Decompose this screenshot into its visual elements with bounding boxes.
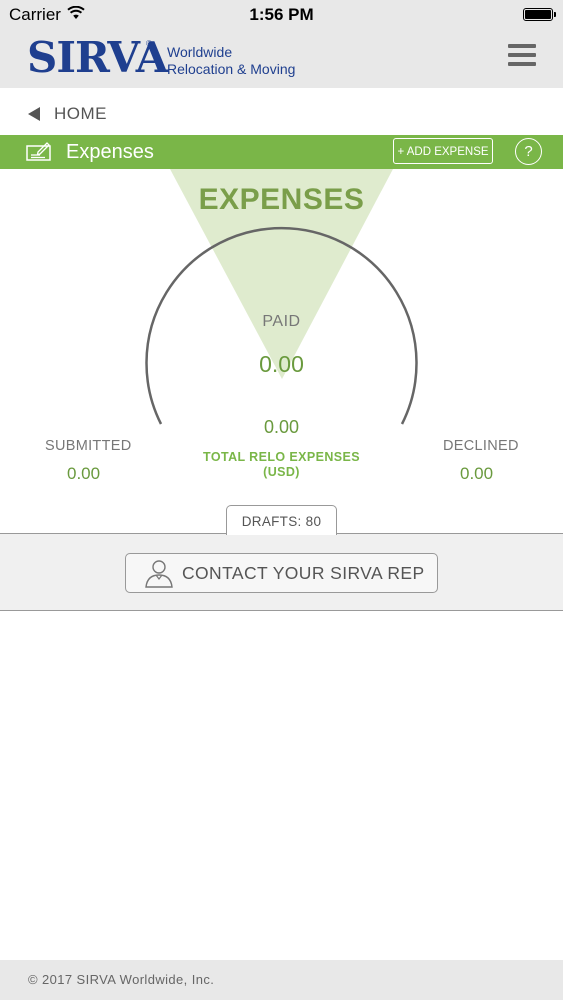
gauge-title: EXPENSES (198, 183, 365, 216)
help-button[interactable]: ? (515, 138, 542, 165)
submitted-label: SUBMITTED (45, 438, 132, 454)
receipt-pen-icon (26, 142, 51, 161)
home-label: HOME (54, 104, 107, 123)
status-bar: Carrier 1:56 PM (0, 0, 563, 30)
contact-panel: CONTACT YOUR SIRVA REP (0, 533, 563, 611)
section-header-bar: Expenses + ADD EXPENSE ? (0, 135, 563, 169)
home-back-link[interactable]: HOME (28, 104, 107, 124)
registered-mark: ® (146, 39, 152, 48)
tagline-line1: Worldwide (167, 44, 233, 60)
copyright-text: © 2017 SIRVA Worldwide, Inc. (28, 972, 215, 987)
battery-icon (523, 8, 556, 21)
paid-value: 0.00 (259, 351, 304, 377)
back-arrow-icon (28, 107, 40, 121)
submitted-value: 0.00 (67, 464, 101, 483)
section-title: Expenses (66, 141, 154, 163)
declined-value: 0.00 (460, 464, 494, 483)
tagline-line2: Relocation & Moving (167, 61, 296, 77)
add-expense-button[interactable]: + ADD EXPENSE (393, 138, 493, 164)
paid-label: PAID (262, 313, 301, 330)
contact-rep-label: CONTACT YOUR SIRVA REP (182, 562, 425, 583)
clock: 1:56 PM (249, 5, 314, 24)
person-icon (145, 560, 173, 588)
drafts-tab[interactable]: DRAFTS: 80 (226, 505, 337, 535)
footer: © 2017 SIRVA Worldwide, Inc. (0, 960, 563, 1000)
total-value: 0.00 (263, 417, 300, 437)
declined-label: DECLINED (443, 438, 519, 454)
contact-rep-button[interactable]: CONTACT YOUR SIRVA REP (125, 553, 438, 593)
hamburger-menu-icon[interactable] (508, 44, 536, 68)
app-header: SIRVA ® Worldwide Relocation & Moving (0, 30, 563, 88)
